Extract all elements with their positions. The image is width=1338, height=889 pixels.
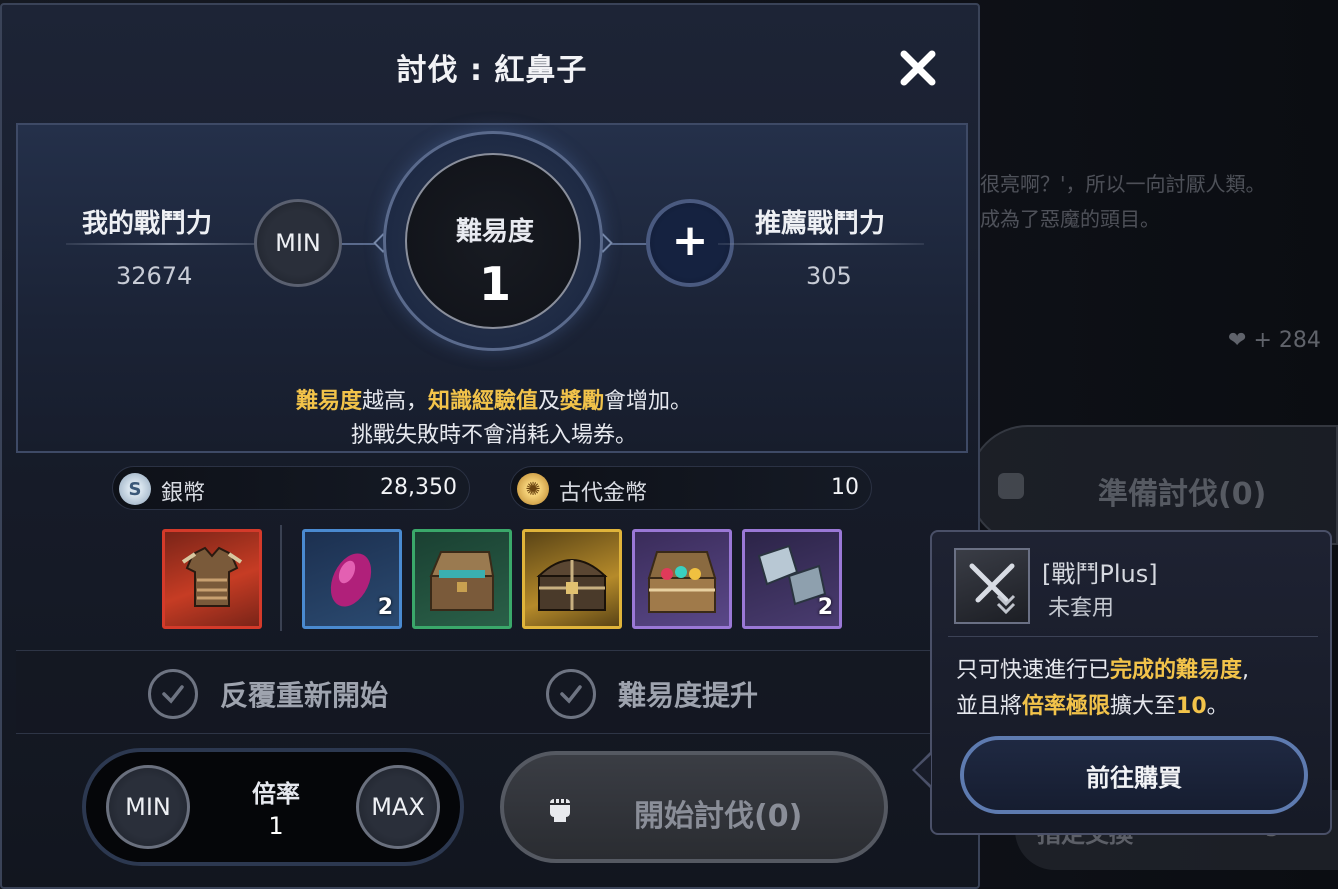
multiplier-value: 1 [268,812,284,840]
multiplier-label: 倍率 [252,780,300,808]
start-raid-button[interactable]: 開始討伐(0) [500,751,888,863]
reward-item-armor[interactable] [162,529,262,629]
difficulty-note: 難易度越高，知識經驗值及獎勵會增加。 [18,383,970,415]
multiplier-max-button[interactable]: MAX [356,765,440,849]
close-icon [900,50,936,86]
recommended-power-label: 推薦戰鬥力 [755,209,886,239]
reward-item-ore[interactable]: 2 [742,529,842,629]
difficulty-label: 難易度 [455,217,534,247]
my-power-label: 我的戰鬥力 [82,209,213,239]
note-increase: 會增加。 [604,389,693,414]
tooltip-title: [戰鬥Plus] [1042,560,1158,588]
option-label: 反覆重新開始 [220,679,389,712]
battle-plus-tooltip: [戰鬥Plus] 未套用 只可快速進行已完成的難易度, 並且將倍率極限擴大至10… [930,530,1332,835]
silver-coin-icon: S [119,473,151,505]
difficulty-panel: 我的戰鬥力 32674 MIN 難易度 1 + 推薦戰鬥力 305 難易度越高，… [16,123,968,453]
currency-name: 古代金幣 [559,481,648,506]
background-lore-line: 很亮啊？'，所以一向討厭人類。 [980,172,1266,196]
reward-item-chest-green[interactable] [412,529,512,629]
background-hp: ❤ + 284 [1228,328,1321,353]
reward-divider [280,525,282,631]
background-ready-button: 準備討伐(0) [968,425,1338,545]
desc-text: 。 [1206,694,1229,719]
options-row: 反覆重新開始 難易度提升 [16,650,968,734]
armor-icon [181,546,243,607]
desc-highlight: 倍率極限 [1022,694,1111,719]
recommended-power-value: 305 [806,262,852,290]
tooltip-arrow-inner [915,755,931,785]
reward-item-gem[interactable]: 2 [302,529,402,629]
reward-item-chest-purple[interactable] [632,529,732,629]
desc-highlight: 完成的難易度 [1110,658,1243,683]
tooltip-desc-line2: 並且將倍率極限擴大至10。 [956,688,1229,720]
fist-icon [998,473,1024,499]
currency-value: 10 [831,475,859,500]
difficulty-min-button[interactable]: MIN [254,199,342,287]
reward-item-chest-gold[interactable] [522,529,622,629]
multiplier-control: MIN 倍率 1 MAX [82,748,464,866]
ancient-gold-coin-icon: ✺ [517,473,549,505]
checkbox[interactable] [148,669,198,719]
divider [718,243,924,245]
failure-note: 挑戰失敗時不會消耗入場券。 [350,423,637,448]
chest-green-icon [429,551,495,611]
tooltip-status: 未套用 [1048,596,1115,621]
go-purchase-label: 前往購買 [1086,763,1182,792]
note-higher: 越高， [361,389,428,414]
fist-icon [550,799,570,822]
desc-text: 擴大至 [1110,694,1177,719]
note-and: 及 [538,389,561,414]
desc-highlight: 10 [1176,694,1207,719]
difficulty-dial: 難易度 1 [383,131,603,351]
note-difficulty: 難易度 [295,389,362,414]
desc-text: 並且將 [956,694,1023,719]
plus-icon: + [671,215,709,266]
tooltip-desc-line1: 只可快速進行已完成的難易度, [956,652,1249,684]
background-lore-line: 成為了惡魔的頭目。 [980,207,1160,231]
currency-name: 銀幣 [161,481,206,506]
check-icon [162,685,184,704]
chest-gold-icon [536,559,608,611]
check-icon [560,685,582,704]
note-reward: 獎勵 [560,389,605,414]
connector-line [608,243,648,245]
difficulty-up-option[interactable]: 難易度提升 [546,669,758,719]
divider [66,243,276,245]
currency-value: 28,350 [380,475,457,500]
close-button[interactable] [895,45,941,91]
difficulty-dial-inner: 難易度 1 [405,153,581,329]
option-label: 難易度提升 [618,679,759,712]
note-exp: 知識經驗值 [427,389,538,414]
divider [948,636,1318,637]
desc-text: , [1242,658,1250,683]
start-raid-label: 開始討伐(0) [634,799,803,834]
difficulty-value: 1 [478,257,511,311]
multiplier-min-button[interactable]: MIN [106,765,190,849]
go-purchase-button[interactable]: 前往購買 [960,736,1308,814]
chest-purple-icon [647,551,717,613]
repeat-restart-option[interactable]: 反覆重新開始 [148,669,388,719]
silver-coin-row: S 銀幣 28,350 [112,466,470,510]
ancient-gold-coin-row: ✺ 古代金幣 10 [510,466,872,510]
my-power-value: 32674 [116,262,193,290]
crossed-swords-icon [954,548,1030,624]
checkbox[interactable] [546,669,596,719]
item-count: 2 [817,595,833,620]
background-ready-label: 準備討伐(0) [1098,477,1267,512]
item-count: 2 [377,595,393,620]
background-hp-value: + 284 [1253,328,1321,353]
modal-title: 討伐 : 紅鼻子 [396,53,588,88]
desc-text: 只可快速進行已 [956,658,1111,683]
raid-modal: 討伐 : 紅鼻子 我的戰鬥力 32674 MIN 難易度 1 + 推薦戰鬥力 3… [0,3,980,889]
